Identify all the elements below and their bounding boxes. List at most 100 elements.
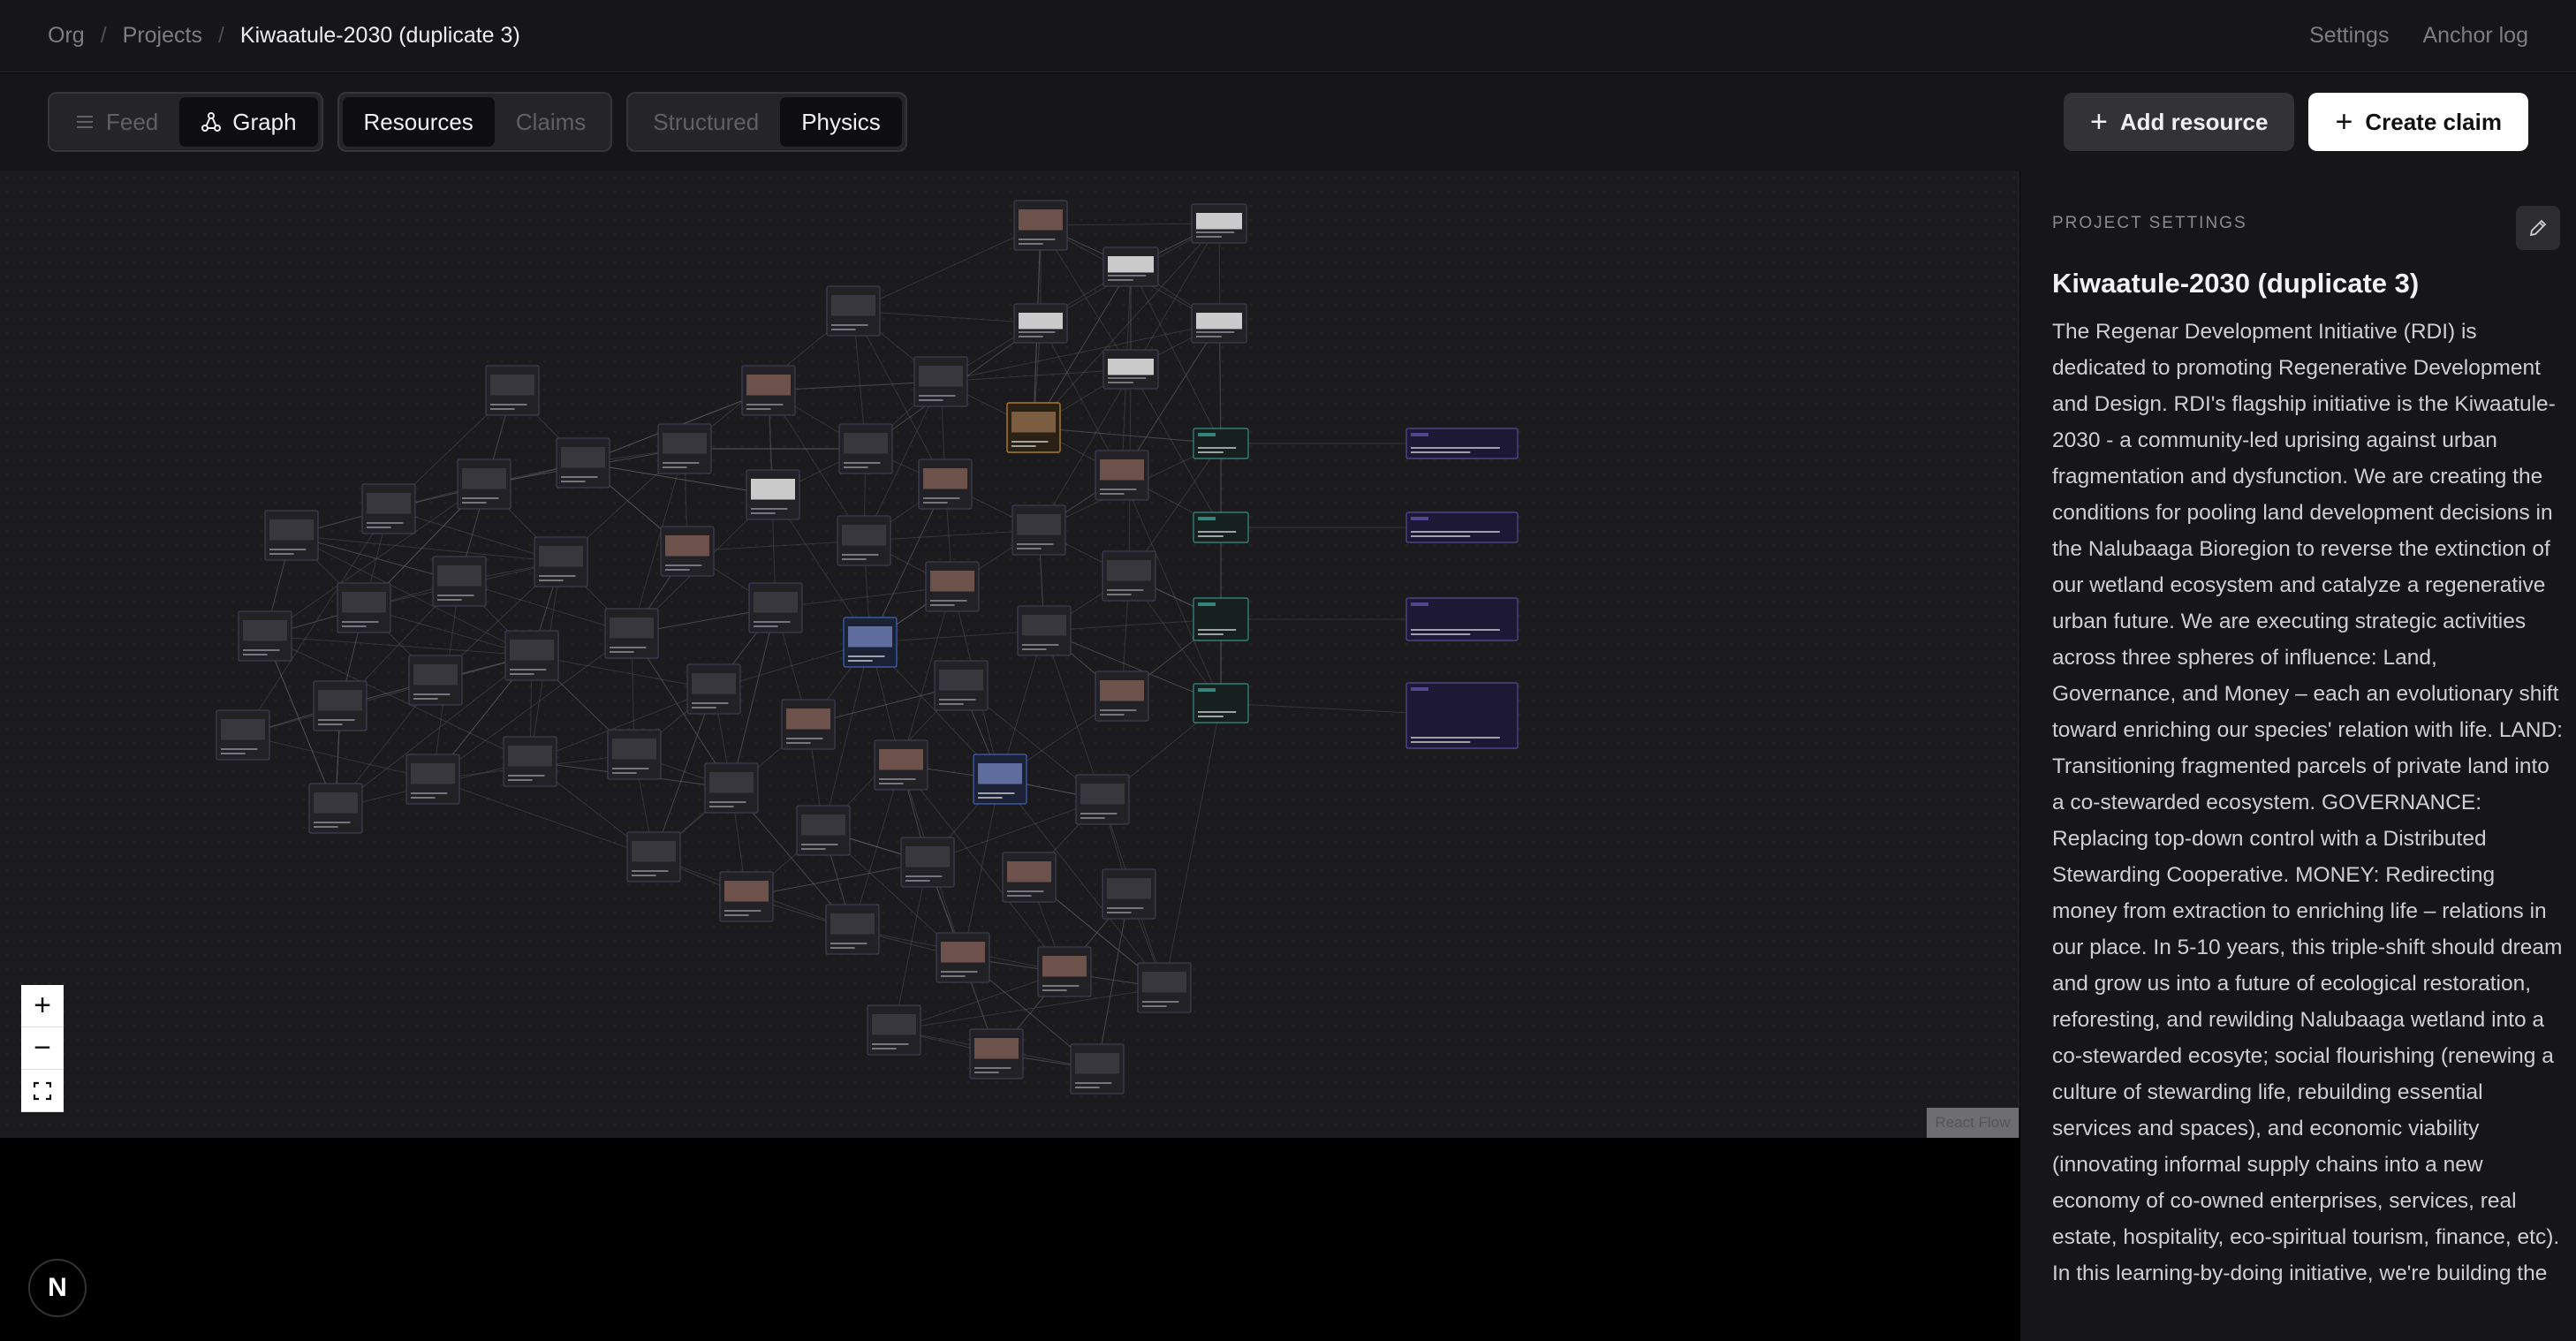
breadcrumb-separator: / bbox=[100, 23, 107, 48]
resource-node[interactable] bbox=[1002, 852, 1057, 903]
resource-node[interactable] bbox=[1011, 504, 1066, 556]
resource-node[interactable] bbox=[934, 660, 989, 711]
resource-node[interactable] bbox=[604, 608, 659, 659]
resource-node[interactable] bbox=[925, 561, 980, 612]
resource-node[interactable] bbox=[748, 582, 803, 633]
resource-node[interactable] bbox=[936, 932, 990, 983]
add-resource-button[interactable]: + Add resource bbox=[2064, 93, 2295, 151]
resource-node[interactable] bbox=[1193, 683, 1249, 724]
resource-node[interactable] bbox=[503, 736, 557, 787]
graph-canvas[interactable]: + − React Flow bbox=[0, 170, 2019, 1138]
resource-node[interactable] bbox=[746, 469, 800, 520]
resource-node[interactable] bbox=[781, 699, 836, 750]
resource-node[interactable] bbox=[874, 739, 928, 791]
tab-physics[interactable]: Physics bbox=[780, 97, 902, 147]
resource-node[interactable] bbox=[626, 831, 681, 883]
resource-node[interactable] bbox=[657, 423, 712, 474]
toolbar: Feed Graph Resources Claims Structured P… bbox=[0, 73, 2576, 170]
tab-claims[interactable]: Claims bbox=[495, 97, 607, 147]
settings-link[interactable]: Settings bbox=[2309, 23, 2389, 49]
resource-node[interactable] bbox=[918, 458, 973, 510]
resource-node[interactable] bbox=[969, 1028, 1024, 1080]
resource-node[interactable] bbox=[1405, 597, 1519, 641]
resource-node[interactable] bbox=[238, 610, 292, 662]
project-description: The Regenar Development Initiative (RDI)… bbox=[2052, 320, 2563, 1285]
resource-node[interactable] bbox=[1191, 303, 1247, 344]
resource-node[interactable] bbox=[432, 556, 487, 607]
resource-node[interactable] bbox=[457, 458, 511, 510]
resource-node[interactable] bbox=[825, 904, 880, 955]
resource-node[interactable] bbox=[1193, 597, 1249, 641]
zoom-out-button[interactable]: − bbox=[21, 1027, 64, 1070]
resource-node[interactable] bbox=[361, 483, 416, 534]
resource-node[interactable] bbox=[1102, 868, 1156, 920]
resource-node[interactable] bbox=[337, 582, 391, 633]
resource-node[interactable] bbox=[1137, 962, 1192, 1013]
resource-node[interactable] bbox=[704, 762, 759, 814]
react-flow-attribution[interactable]: React Flow bbox=[1927, 1108, 2019, 1138]
resource-node[interactable] bbox=[1006, 402, 1061, 453]
resource-node[interactable] bbox=[1405, 511, 1519, 543]
resource-node[interactable] bbox=[1017, 605, 1072, 656]
resource-node[interactable] bbox=[1405, 682, 1519, 749]
resource-node[interactable] bbox=[264, 510, 319, 561]
resource-node[interactable] bbox=[843, 617, 898, 668]
resource-node[interactable] bbox=[1405, 428, 1519, 459]
breadcrumb-current-project: Kiwaatule-2030 (duplicate 3) bbox=[239, 23, 520, 48]
resource-node[interactable] bbox=[308, 783, 363, 834]
resource-node[interactable] bbox=[1193, 428, 1249, 459]
content-toggle: Resources Claims bbox=[337, 92, 613, 152]
tab-structured[interactable]: Structured bbox=[632, 97, 780, 147]
resource-node[interactable] bbox=[485, 365, 540, 416]
resource-node[interactable] bbox=[607, 729, 662, 780]
resource-node[interactable] bbox=[1095, 670, 1149, 722]
edit-button[interactable] bbox=[2516, 206, 2560, 250]
breadcrumb-separator: / bbox=[217, 23, 224, 48]
resource-node[interactable] bbox=[973, 754, 1027, 805]
resource-node[interactable] bbox=[837, 515, 891, 566]
resource-node[interactable] bbox=[556, 437, 610, 489]
resource-node[interactable] bbox=[1102, 246, 1159, 287]
resource-node[interactable] bbox=[660, 526, 715, 577]
resource-node[interactable] bbox=[867, 1004, 921, 1056]
resource-node[interactable] bbox=[1191, 203, 1247, 244]
fit-view-button[interactable] bbox=[21, 1070, 64, 1112]
resource-node[interactable] bbox=[796, 805, 851, 856]
resource-node[interactable] bbox=[1013, 200, 1068, 251]
top-bar: Org / Projects / Kiwaatule-2030 (duplica… bbox=[0, 0, 2576, 72]
graph-icon bbox=[201, 112, 222, 132]
resource-node[interactable] bbox=[686, 663, 741, 715]
resource-node[interactable] bbox=[838, 423, 893, 474]
resource-node[interactable] bbox=[1070, 1043, 1125, 1095]
resource-node[interactable] bbox=[913, 356, 968, 407]
resource-node[interactable] bbox=[900, 837, 955, 888]
create-claim-button[interactable]: + Create claim bbox=[2308, 93, 2528, 151]
resource-node[interactable] bbox=[313, 680, 367, 731]
tab-feed[interactable]: Feed bbox=[53, 97, 179, 147]
breadcrumb: Org / Projects / Kiwaatule-2030 (duplica… bbox=[48, 23, 520, 49]
zoom-in-button[interactable]: + bbox=[21, 985, 64, 1027]
resource-node[interactable] bbox=[216, 709, 270, 761]
resource-node[interactable] bbox=[1075, 774, 1130, 825]
graph-network[interactable] bbox=[0, 170, 2019, 1138]
tab-resources[interactable]: Resources bbox=[342, 97, 495, 147]
anchor-log-link[interactable]: Anchor log bbox=[2422, 23, 2528, 49]
resource-node[interactable] bbox=[719, 871, 774, 922]
resource-node[interactable] bbox=[826, 285, 881, 337]
resource-node[interactable] bbox=[741, 365, 796, 416]
resource-node[interactable] bbox=[534, 536, 588, 587]
resource-node[interactable] bbox=[1013, 303, 1068, 344]
resource-node[interactable] bbox=[1095, 450, 1149, 501]
resource-node[interactable] bbox=[1037, 946, 1092, 997]
resource-node[interactable] bbox=[1193, 511, 1249, 543]
n-logo[interactable]: N bbox=[28, 1259, 87, 1317]
resource-node[interactable] bbox=[408, 655, 463, 706]
resource-node[interactable] bbox=[1102, 349, 1159, 390]
resource-node[interactable] bbox=[1102, 550, 1156, 602]
tab-graph[interactable]: Graph bbox=[179, 97, 318, 147]
project-title: Kiwaatule-2030 (duplicate 3) bbox=[2052, 268, 2420, 299]
breadcrumb-projects[interactable]: Projects bbox=[123, 23, 202, 49]
breadcrumb-org[interactable]: Org bbox=[48, 23, 85, 49]
resource-node[interactable] bbox=[405, 754, 460, 805]
resource-node[interactable] bbox=[504, 630, 559, 681]
